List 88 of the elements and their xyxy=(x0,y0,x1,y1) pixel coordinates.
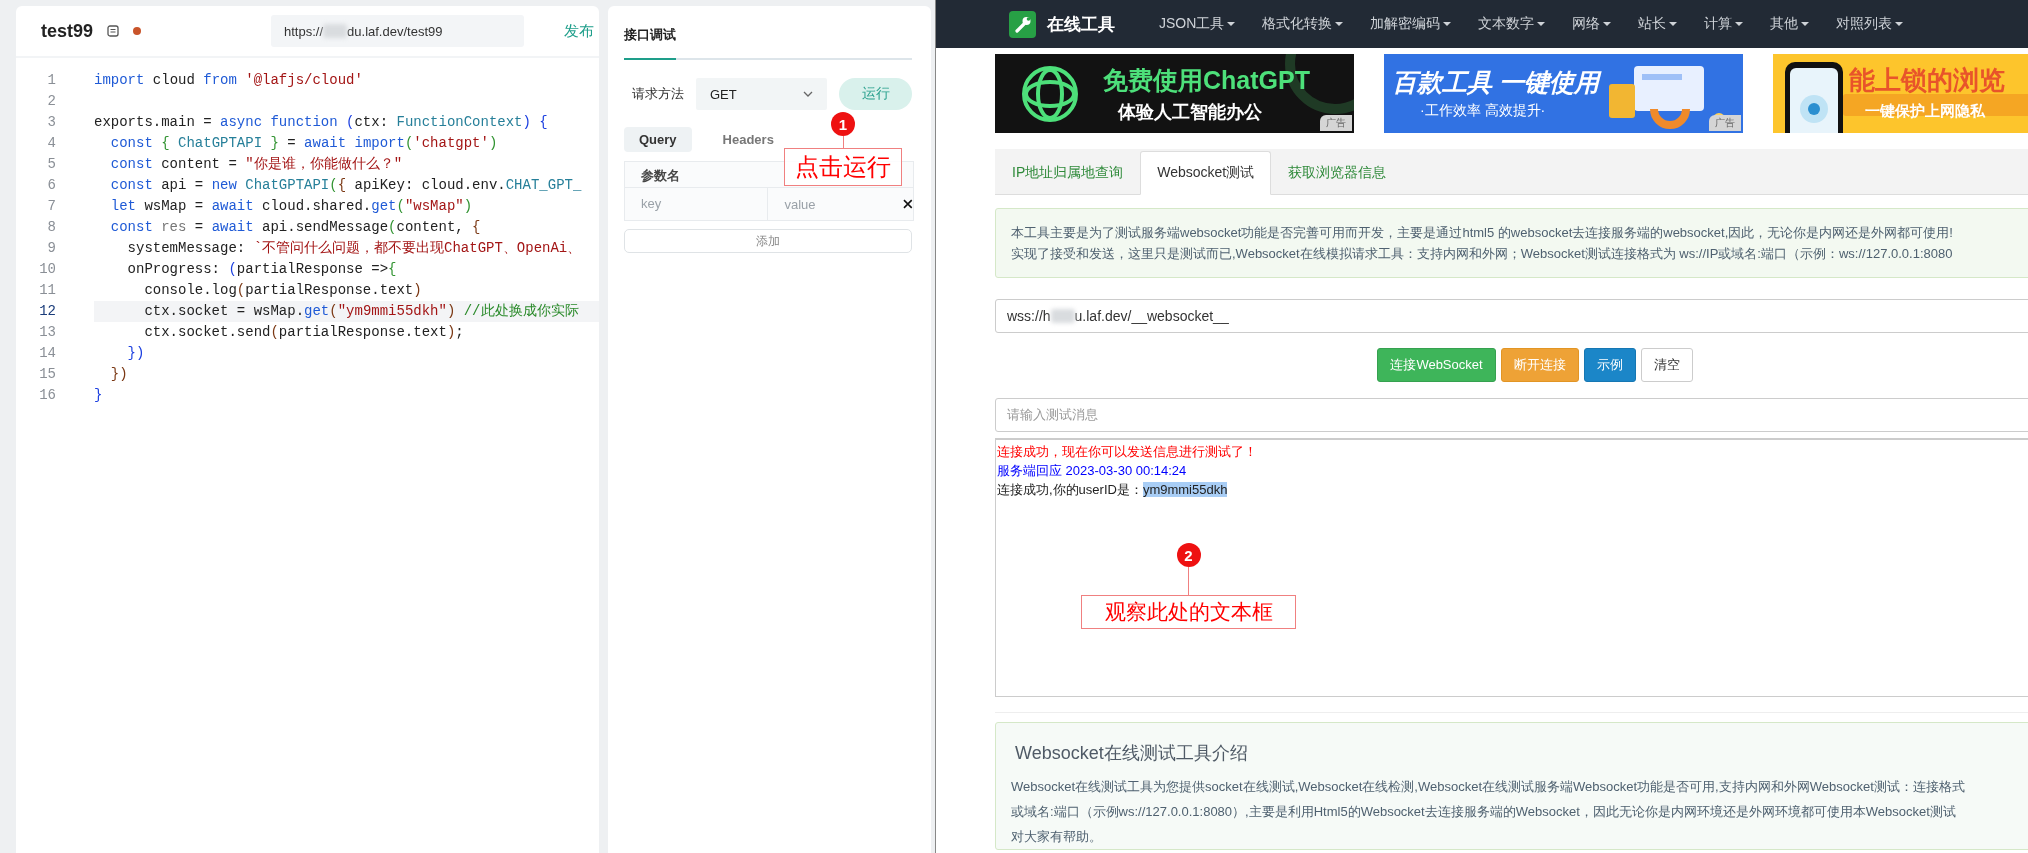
line-number: 9 xyxy=(46,239,56,258)
menu-item[interactable]: 对照列表 xyxy=(1822,15,1917,33)
line-number: 16 xyxy=(38,386,56,405)
clear-button[interactable]: 清空 xyxy=(1640,348,1693,382)
leader-line xyxy=(1188,567,1189,595)
section-title: Websocket在线测试工具介绍 xyxy=(1015,742,1249,765)
url-field[interactable]: https:// du.laf.dev/test99 xyxy=(271,15,525,47)
menu-item[interactable]: 计算 xyxy=(1690,15,1757,33)
code-line: const api = new ChatGPTAPI({ apiKey: cloud.env.CHAT_GPT_ xyxy=(109,176,583,195)
tab[interactable]: 获取浏览器信息 xyxy=(1271,151,1404,195)
caret-icon xyxy=(1537,22,1546,26)
close-icon[interactable] xyxy=(903,199,913,209)
code-line: } xyxy=(94,386,104,405)
field-label: 请求方法 xyxy=(631,85,684,103)
ad-tagline: ·工作效率 高效提升· xyxy=(1420,102,1546,120)
line-number: 11 xyxy=(38,281,56,300)
menu-item[interactable]: 加解密编码 xyxy=(1356,15,1465,33)
menu-item[interactable]: 网络 xyxy=(1558,15,1625,33)
caret-icon xyxy=(1669,22,1678,26)
code-line: onProgress: (partialResponse =>{ xyxy=(126,260,398,279)
code-line: console.log(partialResponse.text) xyxy=(143,281,423,300)
ad-label: 广告 xyxy=(1709,115,1741,131)
output-line: 连接成功，现在你可以发送信息进行测试了！ xyxy=(997,444,1257,459)
intro-text: 或域名:端口（示例ws://127.0.0.1:8080）,主要是利用Html5的Websocket去连接服务端的Websocket，因此无论你是内网环境还是外网环境都可使用本Websocket测试 xyxy=(1011,803,1957,821)
ad-tagline: 一键保护上网隐私 xyxy=(1865,102,1985,121)
line-number: 10 xyxy=(38,260,56,279)
line-number: 13 xyxy=(38,323,56,342)
menu-item[interactable]: 文本数字 xyxy=(1464,15,1559,33)
caret-icon xyxy=(1603,22,1612,26)
wrench-logo-icon xyxy=(1009,10,1036,38)
caret-icon xyxy=(1443,22,1452,26)
intro-text: Websocket在线测试工具为您提供socket在线测试,Websocket在线检测,Websocket在线测试服务端Websocket功能是否可用,支持内网和外网Websocket测试：连接格式 xyxy=(1011,778,1966,796)
method-select[interactable]: GET xyxy=(696,78,827,110)
caret-icon xyxy=(1335,22,1344,26)
add-button[interactable]: 添加 xyxy=(624,229,912,253)
output-line: 连接成功,你的userID是： xyxy=(997,482,1143,497)
line-number: 8 xyxy=(46,218,56,237)
caret-icon xyxy=(1227,22,1236,26)
ad-label: 广告 xyxy=(1320,115,1352,131)
menu-item[interactable]: 其他 xyxy=(1756,15,1823,33)
line-number: 1 xyxy=(46,71,56,90)
line-number: 14 xyxy=(38,344,56,363)
code-line: }) xyxy=(126,344,146,363)
line-number: 12 xyxy=(38,302,56,321)
code-line: import cloud from '@lafjs/cloud' xyxy=(94,71,364,90)
caret-icon xyxy=(1895,22,1904,26)
column-header: 参数名 xyxy=(640,167,681,185)
code-line: const res = await api.sendMessage(content, { xyxy=(109,218,482,237)
selected-text: ym9mmi55dkh xyxy=(1142,482,1228,497)
chevron-down-icon xyxy=(803,91,813,97)
site-name[interactable]: 在线工具 xyxy=(1047,12,1115,36)
file-icon xyxy=(107,25,120,37)
function-name: test99 xyxy=(41,20,94,42)
menu-item[interactable]: 格式化转换 xyxy=(1248,15,1357,33)
notice-text: 本工具主要是为了测试服务端websocket功能是否完善可用而开发，主要是通过html5 的websocket去连接服务端的websocket,因此，无论你是内网还是外网都可使用! xyxy=(1011,224,1954,242)
ad-headline: 免费使用ChatGPT xyxy=(1103,65,1310,96)
code-line: exports.main = async function (ctx: FunctionContext) { xyxy=(94,113,549,132)
notice-text: 实现了接受和发送，这里只是测试而已,Websocket在线模拟请求工具：支持内网和外网；Websocket测试连接格式为 ws://IP或域名:端口（示例：ws://127.0.0.1:8080 xyxy=(1011,245,1954,263)
tab[interactable]: Query xyxy=(624,127,692,152)
ad-headline: 能上锁的浏览 xyxy=(1849,64,2005,97)
annotation-label: 点击运行 xyxy=(784,148,902,186)
line-number: 5 xyxy=(46,155,56,174)
panel-tab[interactable]: 接口调试 xyxy=(624,6,676,60)
code-line: }) xyxy=(109,365,129,384)
line-number: 6 xyxy=(46,176,56,195)
leader-line xyxy=(842,136,844,148)
code-line: ctx.socket.send(partialResponse.text); xyxy=(143,323,465,342)
menu-item[interactable]: JSON工具 xyxy=(1145,15,1249,33)
code-line: systemMessage: `不管问什么问题，都不要出现ChatGPT、OpenAi、 xyxy=(126,239,583,258)
tab[interactable]: IP地址归属地查询 xyxy=(995,151,1141,195)
code-line: const content = "你是谁，你能做什么？" xyxy=(109,155,404,174)
line-number: 4 xyxy=(46,134,56,153)
output-line: 服务端回应 2023-03-30 00:14:24 xyxy=(997,463,1187,478)
annotation-label: 观察此处的文本框 xyxy=(1081,595,1296,629)
tab[interactable]: Websocket测试 xyxy=(1140,151,1272,195)
line-number: 3 xyxy=(46,113,56,132)
example-button[interactable]: 示例 xyxy=(1583,348,1636,382)
caret-icon xyxy=(1801,22,1810,26)
url-field[interactable]: wss://h u.laf.dev/__websocket__ xyxy=(995,299,2028,333)
menu-item[interactable]: 站长 xyxy=(1624,15,1691,33)
line-number: 2 xyxy=(46,92,56,111)
line-number: 15 xyxy=(38,365,56,384)
intro-text: 对大家有帮助。 xyxy=(1011,828,1103,846)
line-number: 7 xyxy=(46,197,56,216)
ad-tagline: 体验人工智能办公 xyxy=(1118,101,1262,124)
caret-icon xyxy=(1735,22,1744,26)
code-line: let wsMap = await cloud.shared.get("wsMap") xyxy=(109,197,474,216)
code-line: const { ChatGPTAPI } = await import('chatgpt') xyxy=(109,134,499,153)
